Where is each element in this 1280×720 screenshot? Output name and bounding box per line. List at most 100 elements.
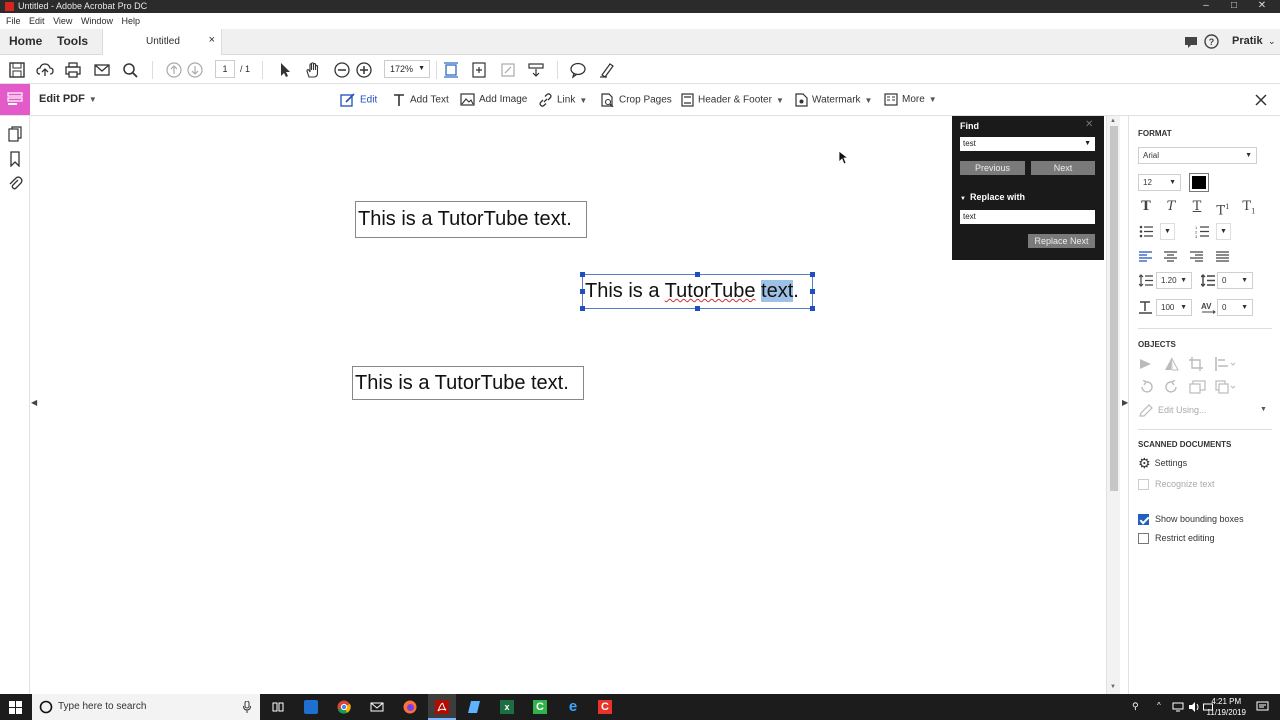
show-bounding-boxes-checkbox[interactable]	[1138, 514, 1149, 526]
replace-input[interactable]: text	[960, 210, 1095, 224]
align-right-icon[interactable]	[1190, 251, 1203, 262]
edit-using-label[interactable]: Edit Using...	[1158, 405, 1207, 415]
people-icon[interactable]: ⚲	[1132, 701, 1139, 712]
restrict-editing-checkbox[interactable]	[1138, 533, 1149, 545]
firefox-icon[interactable]	[403, 700, 417, 714]
select-arrow-icon[interactable]	[276, 61, 294, 79]
line-spacing-icon[interactable]	[1139, 274, 1153, 287]
tab-tools[interactable]: Tools	[57, 29, 88, 55]
system-tray-chevron-icon[interactable]: ^	[1157, 701, 1161, 710]
volume-icon[interactable]	[1188, 702, 1200, 712]
action-center-icon[interactable]	[1256, 701, 1269, 713]
search-icon[interactable]	[121, 61, 139, 79]
text-segment[interactable]: .	[793, 280, 799, 302]
signal-app-icon[interactable]	[304, 700, 318, 714]
edit-pdf-title[interactable]: Edit PDF ▼	[39, 93, 97, 105]
cloud-upload-icon[interactable]	[36, 61, 54, 79]
text-bold-icon[interactable]: T	[1138, 199, 1154, 215]
align-center-icon[interactable]	[1164, 251, 1177, 262]
rotate-left-icon[interactable]	[1139, 380, 1154, 394]
paragraph-spacing-select[interactable]: 0 ▼	[1217, 272, 1253, 289]
close-tool-icon[interactable]	[1255, 94, 1267, 106]
link-button[interactable]: Link ▼	[538, 93, 587, 107]
hand-tool-icon[interactable]	[304, 61, 322, 79]
numbered-list-dropdown-icon[interactable]: ▼	[1216, 223, 1231, 240]
comment-icon[interactable]	[1184, 35, 1198, 49]
tab-home[interactable]: Home	[9, 29, 42, 55]
edge-icon[interactable]: e	[566, 699, 580, 714]
edit-tool-button[interactable]: Edit	[340, 93, 377, 107]
network-icon[interactable]	[1172, 702, 1184, 712]
spellcheck-word[interactable]: TutorTube	[665, 280, 756, 302]
font-color-button[interactable]	[1189, 173, 1209, 192]
zoom-level-select[interactable]: 172% ▼	[384, 60, 430, 78]
mail-icon[interactable]	[370, 700, 384, 714]
task-view-icon[interactable]	[271, 700, 285, 714]
user-name[interactable]: Pratik	[1232, 29, 1263, 55]
expand-left-panel-icon[interactable]: ◀	[31, 398, 37, 407]
align-objects-icon[interactable]	[1215, 357, 1237, 371]
resize-handle[interactable]	[695, 306, 700, 311]
resize-handle[interactable]	[695, 272, 700, 277]
text-box-3-content[interactable]: This is a TutorTube text.	[355, 372, 569, 394]
zoom-in-icon[interactable]	[355, 61, 373, 79]
email-icon[interactable]	[93, 61, 111, 79]
text-underline-icon[interactable]: T	[1189, 199, 1205, 215]
close-tab-button[interactable]: ×	[209, 34, 215, 46]
print-icon[interactable]	[64, 61, 82, 79]
arrange-objects-icon[interactable]	[1215, 380, 1237, 394]
scroll-thumb[interactable]	[1110, 126, 1118, 491]
show-bounding-boxes-option[interactable]: Show bounding boxes	[1138, 513, 1244, 526]
next-page-icon[interactable]	[186, 61, 204, 79]
text-superscript-icon[interactable]: T1	[1215, 199, 1231, 218]
resize-handle[interactable]	[810, 306, 815, 311]
recognize-text-option[interactable]: Recognize text	[1138, 478, 1215, 491]
minimize-button[interactable]: –	[1192, 0, 1220, 13]
font-family-select[interactable]: Arial ▼	[1138, 147, 1257, 164]
windows-start-icon[interactable]	[9, 701, 22, 714]
align-left-icon[interactable]	[1139, 251, 1152, 262]
zoom-out-icon[interactable]	[333, 61, 351, 79]
horizontal-scale-select[interactable]: 100 ▼	[1156, 299, 1192, 316]
replace-toggle[interactable]: ▼ Replace with	[960, 192, 1025, 202]
resize-handle[interactable]	[810, 272, 815, 277]
chrome-icon[interactable]	[337, 700, 351, 714]
more-button[interactable]: More ▼	[884, 93, 937, 107]
highlight-pen-icon[interactable]	[598, 61, 616, 79]
tab-document[interactable]: Untitled ×	[102, 29, 222, 56]
excel-icon[interactable]: x	[500, 700, 514, 714]
fit-width-icon[interactable]	[470, 61, 488, 79]
restrict-editing-option[interactable]: Restrict editing	[1138, 532, 1215, 545]
watermark-button[interactable]: Watermark ▼	[795, 93, 872, 107]
replace-image-icon[interactable]	[1189, 380, 1206, 394]
camtasia-icon[interactable]: C	[533, 700, 547, 714]
edit-pdf-tool-icon[interactable]	[0, 84, 30, 115]
resize-handle[interactable]	[580, 289, 585, 294]
maximize-button[interactable]: □	[1220, 0, 1248, 13]
crop-image-icon[interactable]	[1189, 357, 1204, 371]
font-size-select[interactable]: 12 ▼	[1138, 174, 1181, 191]
flip-vertical-icon[interactable]	[1164, 357, 1179, 371]
character-spacing-icon[interactable]: AV	[1201, 301, 1216, 314]
bullet-list-dropdown-icon[interactable]: ▼	[1160, 223, 1175, 240]
menu-file[interactable]: File	[6, 13, 21, 29]
add-text-button[interactable]: Add Text	[392, 93, 449, 107]
document-canvas[interactable]: This is a TutorTube text. This is a Tuto…	[38, 116, 1106, 694]
text-subscript-icon[interactable]: T1	[1241, 199, 1257, 216]
line-spacing-select[interactable]: 1.20 ▼	[1156, 272, 1192, 289]
recognize-text-checkbox[interactable]	[1138, 479, 1149, 491]
resize-handle[interactable]	[810, 289, 815, 294]
snagit-icon[interactable]: C	[598, 700, 612, 714]
full-screen-icon[interactable]	[499, 61, 517, 79]
chevron-down-icon[interactable]: ▼	[1260, 406, 1267, 413]
close-find-icon[interactable]: ✕	[1085, 119, 1093, 130]
system-clock[interactable]: 4:21 PM 11/19/2019	[1207, 696, 1246, 718]
horizontal-scale-icon[interactable]	[1139, 301, 1153, 314]
numbered-list-icon[interactable]: 123	[1195, 225, 1210, 238]
page-number-input[interactable]: 1	[215, 60, 235, 78]
bookmarks-icon[interactable]	[7, 151, 23, 167]
vertical-scrollbar[interactable]: ▲ ▼ ▶	[1106, 116, 1128, 694]
crop-pages-button[interactable]: Crop Pages	[600, 93, 672, 107]
scroll-up-icon[interactable]: ▲	[1110, 118, 1116, 124]
close-window-button[interactable]: ✕	[1248, 0, 1276, 13]
